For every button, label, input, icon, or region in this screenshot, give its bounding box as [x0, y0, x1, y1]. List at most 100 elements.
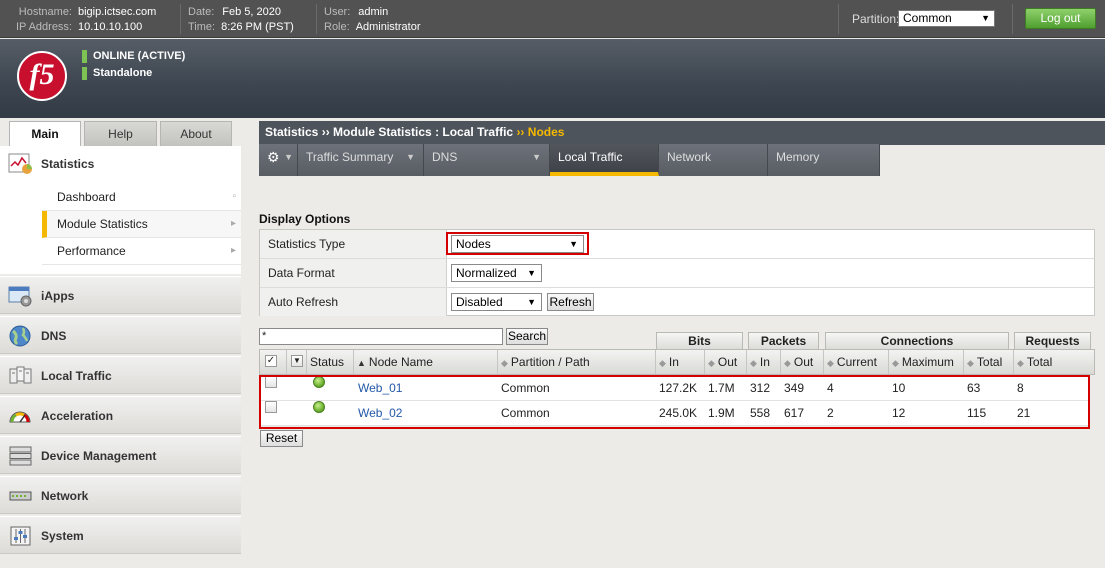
column-connections-total[interactable]: ◆ Total: [964, 350, 1014, 374]
time-value: 8:26 PM (PST): [221, 21, 294, 33]
tab-help[interactable]: Help: [84, 121, 157, 146]
divider: [838, 4, 839, 34]
row-checkbox[interactable]: [265, 376, 277, 388]
sort-icon: ◆: [892, 358, 899, 368]
logout-button[interactable]: Log out: [1025, 8, 1096, 29]
column-packets-in[interactable]: ◆ In: [747, 350, 781, 374]
sort-icon: ◆: [659, 358, 666, 368]
data-format-select[interactable]: Normalized ▼: [451, 264, 542, 282]
ip-label: IP Address:: [15, 21, 72, 33]
status-available-icon: [313, 401, 325, 413]
gear-icon: ⚙: [267, 149, 280, 165]
sidebar-item-label: System: [41, 529, 84, 543]
column-label: Status: [310, 355, 345, 369]
tab-dns[interactable]: DNS ▼: [424, 144, 550, 176]
column-requests-total[interactable]: ◆ Total: [1014, 350, 1094, 374]
dropdown-arrow-icon: ▼: [406, 152, 415, 162]
gear-menu-button[interactable]: ⚙ ▼: [259, 144, 298, 176]
search-input[interactable]: *: [259, 328, 503, 345]
auto-refresh-select[interactable]: Disabled ▼: [451, 293, 542, 311]
top-bar: Hostname: bigip.ictsec.com IP Address: 10.…: [0, 0, 1105, 38]
sort-icon: ◆: [501, 358, 508, 368]
sidebar-item-module-statistics[interactable]: Module Statistics ▸: [42, 211, 241, 238]
column-label: Out: [793, 355, 814, 369]
select-all-checkbox[interactable]: ✓: [265, 355, 277, 367]
refresh-button[interactable]: Refresh: [547, 293, 594, 311]
role-label: Role:: [324, 21, 350, 33]
f5-logo: f5: [17, 51, 67, 101]
search-button[interactable]: Search: [506, 328, 548, 345]
column-connections-maximum[interactable]: ◆ Maximum: [889, 350, 964, 374]
tab-local-traffic[interactable]: Local Traffic: [550, 144, 659, 176]
sidebar-item-device-management[interactable]: Device Management: [0, 436, 241, 474]
device-mode: Standalone: [82, 67, 152, 80]
column-partition-path[interactable]: ◆ Partition / Path: [498, 350, 656, 374]
tab-memory[interactable]: Memory: [768, 144, 880, 176]
column-packets-out[interactable]: ◆ Out: [781, 350, 824, 374]
column-bits-out[interactable]: ◆ Out: [705, 350, 747, 374]
select-value: Disabled: [456, 295, 503, 309]
sidebar: Statistics Dashboard ▫ Module Statistics ▸…: [0, 146, 241, 568]
sidebar-item-iapps[interactable]: iApps: [0, 276, 241, 314]
breadcrumb-statistics[interactable]: Statistics: [265, 125, 318, 139]
sidebar-item-network[interactable]: Network: [0, 476, 241, 514]
sidebar-item-statistics[interactable]: Statistics: [0, 146, 241, 182]
time-label: Time:: [188, 21, 216, 33]
sidebar-item-acceleration[interactable]: Acceleration: [0, 396, 241, 434]
option-label: Data Format: [260, 259, 447, 287]
option-row-statistics-type: Statistics Type Nodes ▼: [260, 230, 1094, 259]
breadcrumb-current: Nodes: [527, 125, 565, 139]
breadcrumb: Statistics ›› Module Statistics : Local …: [259, 121, 1105, 145]
dropdown-arrow-icon: ▼: [569, 239, 578, 249]
datetime-info: Date: Feb 5, 2020 Time: 8:26 PM (PST): [188, 5, 294, 35]
table-row: Web_01 Common 127.2K 1.7M 312 349 4 10 6…: [261, 376, 1089, 401]
network-switch-icon: [9, 491, 32, 501]
display-options-table: Statistics Type Nodes ▼ Data Format Norma…: [259, 229, 1095, 316]
column-connections-current[interactable]: ◆ Current: [824, 350, 889, 374]
option-row-data-format: Data Format Normalized ▼: [260, 259, 1094, 288]
column-label: Total: [976, 355, 1003, 369]
tab-traffic-summary[interactable]: Traffic Summary ▼: [298, 144, 424, 176]
bits-in-cell: 245.0K: [659, 406, 698, 420]
statistics-type-select[interactable]: Nodes ▼: [451, 235, 584, 253]
tab-label: Local Traffic: [558, 150, 623, 164]
partition-cell: Common: [501, 406, 550, 420]
breadcrumb-module-statistics[interactable]: Module Statistics : Local Traffic: [333, 125, 513, 139]
node-name-link[interactable]: Web_02: [358, 401, 402, 426]
tab-about[interactable]: About: [160, 121, 232, 146]
sidebar-item-local-traffic[interactable]: Local Traffic: [0, 356, 241, 394]
partition-value: Common: [903, 11, 952, 25]
sidebar-item-label: Local Traffic: [41, 369, 112, 383]
sidebar-item-dashboard[interactable]: Dashboard ▫: [42, 184, 241, 211]
host-info: Hostname: bigip.ictsec.com IP Address: 10.…: [8, 5, 156, 35]
tab-label: DNS: [432, 150, 458, 164]
column-status[interactable]: Status: [307, 350, 354, 374]
server-stack-icon: [9, 446, 32, 466]
sort-icon: ◆: [708, 358, 715, 368]
reset-button[interactable]: Reset: [260, 430, 303, 447]
select-value: Nodes: [456, 237, 491, 251]
sidebar-item-dns[interactable]: DNS: [0, 316, 241, 354]
tab-main[interactable]: Main: [9, 121, 81, 147]
hostname-label: Hostname:: [18, 6, 72, 18]
display-options-title: Display Options: [259, 212, 351, 226]
sidebar-item-performance[interactable]: Performance ▸: [42, 238, 241, 265]
select-value: Normalized: [456, 266, 517, 280]
partition-select[interactable]: Common ▼: [898, 10, 995, 27]
node-name-link[interactable]: Web_01: [358, 376, 402, 401]
column-menu-icon[interactable]: ▼: [291, 355, 303, 367]
group-header-bits: Bits: [656, 332, 743, 349]
row-checkbox[interactable]: [265, 401, 277, 413]
column-node-name[interactable]: ▲ Node Name: [354, 350, 498, 374]
header-banner: f5 ONLINE (ACTIVE) Standalone: [0, 39, 1105, 118]
tab-network[interactable]: Network: [659, 144, 768, 176]
divider: [180, 4, 181, 34]
sidebar-item-system[interactable]: System: [0, 516, 241, 554]
chevron-right-icon: ▸: [230, 245, 236, 256]
sidebar-item-label: Dashboard: [57, 190, 116, 204]
column-bits-in[interactable]: ◆ In: [656, 350, 705, 374]
user-label: User:: [324, 6, 351, 18]
globe-icon: [9, 325, 31, 347]
sort-icon: ◆: [784, 358, 791, 368]
column-label: Total: [1026, 355, 1053, 369]
